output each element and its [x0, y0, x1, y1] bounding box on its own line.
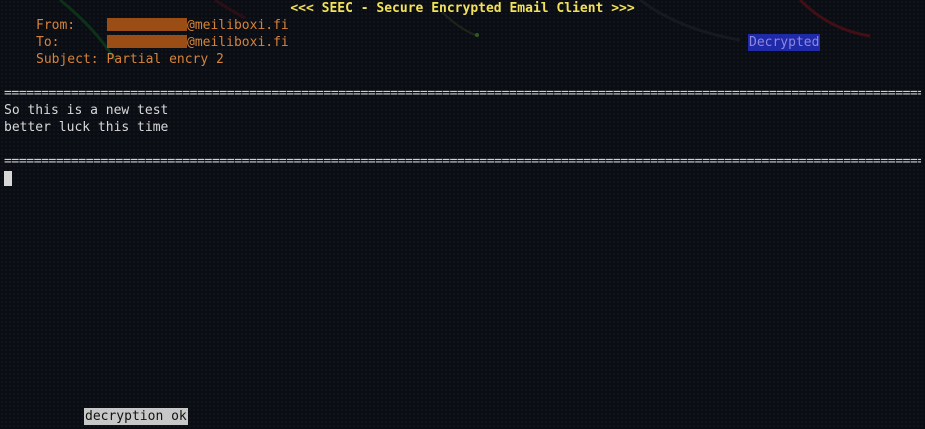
redacted-box: [107, 18, 187, 31]
separator-top: ========================================…: [4, 86, 921, 101]
decrypted-badge: Decrypted: [748, 34, 821, 51]
from-row: From:: [36, 17, 75, 34]
text-cursor[interactable]: [4, 171, 12, 186]
subject-value: Partial encry 2: [106, 52, 224, 67]
redacted-box: [107, 35, 187, 48]
to-address: @meiliboxi.fi: [107, 34, 289, 51]
message-line: better luck this time: [4, 120, 169, 135]
from-address: @meiliboxi.fi: [107, 17, 289, 34]
terminal-window: <<< SEEC - Secure Encrypted Email Client…: [4, 0, 921, 429]
from-domain: @meiliboxi.fi: [187, 18, 289, 33]
to-label: To:: [36, 35, 60, 50]
subject-label: Subject:: [36, 52, 99, 67]
separator-bottom: ========================================…: [4, 154, 921, 169]
message-line: So this is a new test: [4, 103, 169, 118]
to-domain: @meiliboxi.fi: [187, 35, 289, 50]
app-title: <<< SEEC - Secure Encrypted Email Client…: [290, 1, 635, 16]
to-row: To:: [36, 34, 59, 51]
from-label: From:: [36, 18, 76, 33]
status-message: decryption ok: [84, 408, 188, 425]
subject-row: Subject: Partial encry 2: [36, 51, 224, 68]
